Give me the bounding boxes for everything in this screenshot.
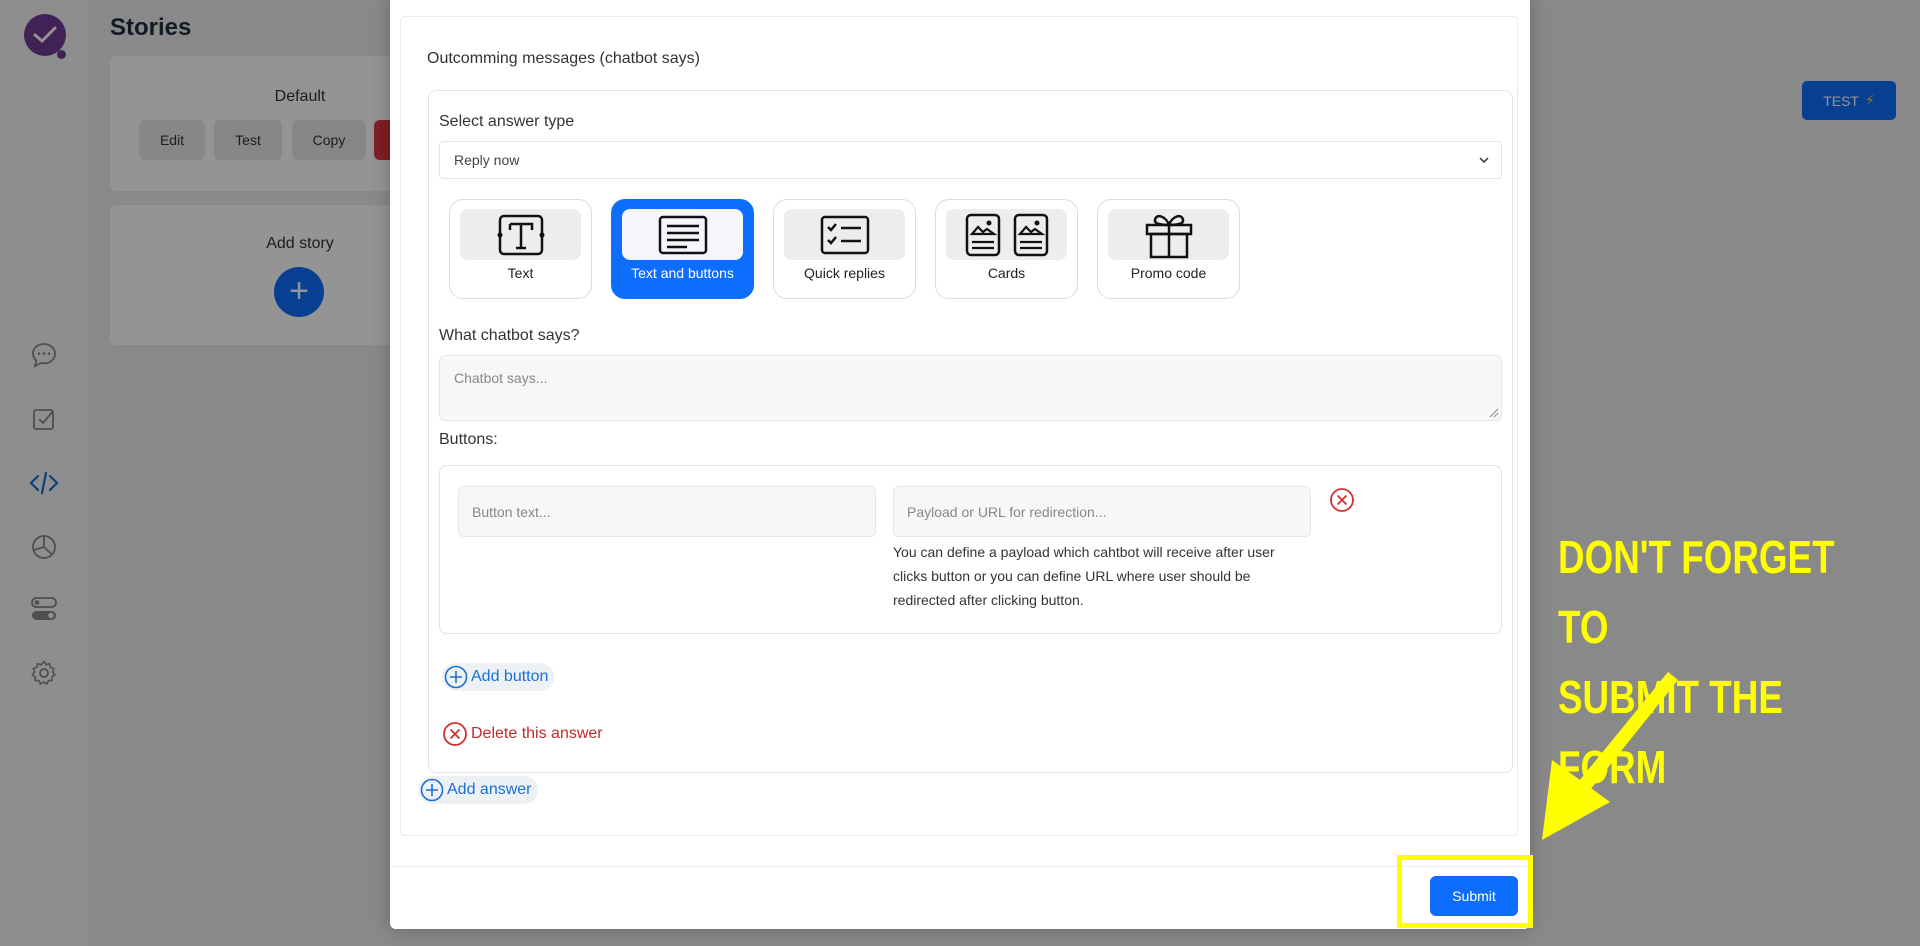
gift-icon [1145, 214, 1192, 258]
chatbot-says-label: What chatbot says? [439, 327, 580, 344]
select-answer-type-label: Select answer type [439, 113, 575, 130]
button-row-group: Button text... Payload or URL for redire… [439, 465, 1502, 634]
buttons-label: Buttons: [439, 431, 498, 448]
modal-footer-divider [390, 866, 1530, 867]
resize-handle-icon[interactable] [1489, 408, 1499, 418]
answer-type-promo-code[interactable]: Promo code [1097, 199, 1240, 299]
annotation-arrow-icon [1542, 672, 1678, 840]
cards-icon [965, 213, 1048, 256]
tile-label: Quick replies [804, 265, 885, 281]
story-edit-modal: Outcomming messages (chatbot says) Selec… [390, 0, 1530, 929]
tile-icon-area [460, 209, 581, 260]
button-text-placeholder: Button text... [472, 504, 551, 520]
answer-type-select[interactable]: Reply now [439, 141, 1502, 179]
answer-type-value: Reply now [454, 152, 520, 168]
add-answer-label: Add answer [447, 781, 532, 798]
plus-circle-icon [420, 778, 444, 802]
chatbot-says-placeholder: Chatbot says... [454, 370, 548, 386]
checklist-icon [820, 215, 869, 254]
tile-icon-area [946, 209, 1067, 260]
text-lines-icon [658, 215, 707, 254]
chevron-down-icon [1479, 157, 1489, 164]
tile-icon-area [784, 209, 905, 260]
answer-type-quick-replies[interactable]: Quick replies [773, 199, 916, 299]
payload-help-text: You can define a payload which cahtbot w… [893, 544, 1275, 608]
answer-type-text[interactable]: Text [449, 199, 592, 299]
remove-button-icon[interactable] [1329, 487, 1355, 513]
add-button-link[interactable]: Add button [442, 663, 555, 691]
chatbot-says-textarea[interactable]: Chatbot says... [439, 355, 1502, 421]
section-title: Outcomming messages (chatbot says) [427, 50, 700, 67]
payload-input[interactable]: Payload or URL for redirection... [893, 486, 1311, 537]
answer-box: Select answer type Reply now Text Text a… [428, 90, 1513, 773]
tile-label: Cards [987, 265, 1026, 281]
delete-answer-link[interactable]: Delete this answer [442, 721, 603, 747]
outgoing-messages-card: Outcomming messages (chatbot says) Selec… [400, 16, 1518, 836]
tile-icon-area [1108, 209, 1229, 260]
add-button-label: Add button [471, 668, 549, 685]
tile-label: Promo code [1130, 265, 1207, 281]
tile-label: Text and buttons [631, 265, 734, 281]
plus-circle-icon [444, 665, 468, 689]
answer-type-text-and-buttons[interactable]: Text and buttons [611, 199, 754, 299]
add-answer-link[interactable]: Add answer [418, 776, 538, 804]
button-text-input[interactable]: Button text... [458, 486, 876, 537]
answer-type-cards[interactable]: Cards [935, 199, 1078, 299]
tile-icon-area [622, 209, 743, 260]
delete-answer-label: Delete this answer [471, 725, 603, 742]
text-format-icon [497, 214, 544, 255]
tile-label: Text [507, 265, 534, 281]
annotation-line-1: DON'T FORGET TO [1558, 531, 1835, 653]
submit-highlight-box [1397, 855, 1533, 928]
delete-circle-icon [443, 722, 467, 746]
payload-placeholder: Payload or URL for redirection... [907, 504, 1107, 520]
